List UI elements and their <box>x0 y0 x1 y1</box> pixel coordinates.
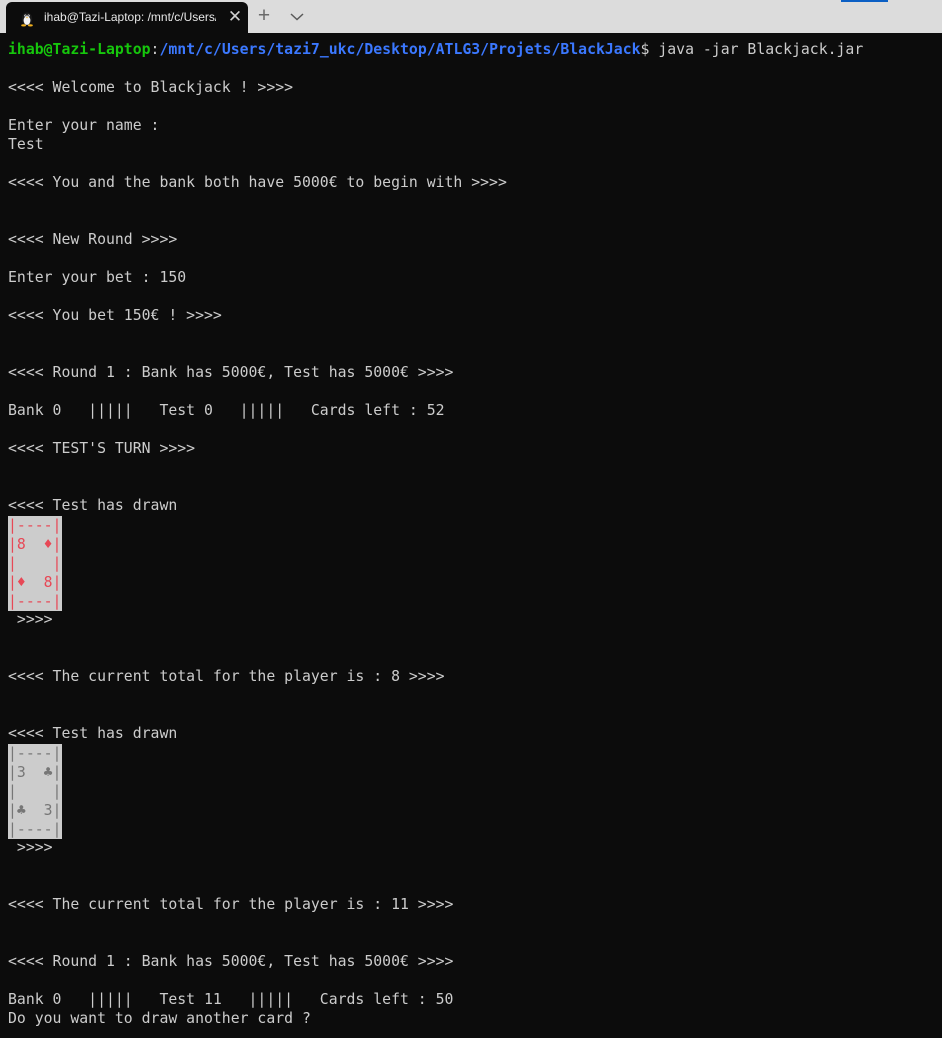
prompt-command: $ java -jar Blackjack.jar <box>640 41 864 58</box>
card-row: |----| <box>8 745 62 762</box>
drawn-close-line: >>>> <box>8 839 53 856</box>
chevron-down-icon[interactable] <box>286 4 308 28</box>
playing-card-8-diamond: |----| |8 ♦| | | |♦ 8| |----| <box>8 516 62 611</box>
bet-confirm-line: <<<< You bet 150€ ! >>>> <box>8 307 222 324</box>
drawn-line: <<<< Test has drawn <box>8 497 178 514</box>
name-input-line: Test <box>8 136 44 153</box>
card-row: | | <box>8 783 62 800</box>
round-status-line: <<<< Round 1 : Bank has 5000€, Test has … <box>8 953 454 970</box>
total-line: <<<< The current total for the player is… <box>8 896 454 913</box>
card-row: |♣ 3| <box>8 802 62 819</box>
terminal-output[interactable]: ihab@Tazi-Laptop:/mnt/c/Users/tazi7_ukc/… <box>0 33 942 1038</box>
new-tab-icon[interactable]: + <box>252 4 276 28</box>
card-row: | | <box>8 555 62 572</box>
new-round-line: <<<< New Round >>>> <box>8 231 178 248</box>
tab-title: ihab@Tazi-Laptop: /mnt/c/Users/tazi7_ukc… <box>44 10 216 24</box>
tux-linux-icon <box>18 9 36 27</box>
prompt-path: /mnt/c/Users/tazi7_ukc/Desktop/ATLG3/Pro… <box>159 41 641 58</box>
welcome-line: <<<< Welcome to Blackjack ! >>>> <box>8 79 294 96</box>
card-row: |8 ♦| <box>8 536 62 553</box>
draw-prompt-line: Do you want to draw another card ? <box>8 1010 311 1027</box>
window-accent <box>841 0 888 2</box>
enter-bet-line: Enter your bet : 150 <box>8 269 187 286</box>
round-status-line: <<<< Round 1 : Bank has 5000€, Test has … <box>8 364 454 381</box>
total-line: <<<< The current total for the player is… <box>8 668 445 685</box>
turn-line: <<<< TEST'S TURN >>>> <box>8 440 196 457</box>
terminal-tab[interactable]: ihab@Tazi-Laptop: /mnt/c/Users/tazi7_ukc… <box>6 2 248 33</box>
drawn-line: <<<< Test has drawn <box>8 725 178 742</box>
prompt-user: ihab@Tazi-Laptop <box>8 41 151 58</box>
starting-money-line: <<<< You and the bank both have 5000€ to… <box>8 174 507 191</box>
card-row: |3 ♣| <box>8 764 62 781</box>
score-line: Bank 0 ||||| Test 0 ||||| Cards left : 5… <box>8 402 445 419</box>
playing-card-3-club: |----| |3 ♣| | | |♣ 3| |----| <box>8 744 62 839</box>
title-bar: ihab@Tazi-Laptop: /mnt/c/Users/tazi7_ukc… <box>0 0 942 33</box>
close-tab-icon[interactable]: ✕ <box>225 7 245 27</box>
score-line: Bank 0 ||||| Test 11 ||||| Cards left : … <box>8 991 454 1008</box>
drawn-close-line: >>>> <box>8 611 53 628</box>
card-row: |----| <box>8 593 62 610</box>
card-row: |----| <box>8 517 62 534</box>
enter-name-line: Enter your name : <box>8 117 160 134</box>
shell-prompt: ihab@Tazi-Laptop:/mnt/c/Users/tazi7_ukc/… <box>8 40 863 59</box>
card-row: |----| <box>8 821 62 838</box>
card-row: |♦ 8| <box>8 574 62 591</box>
